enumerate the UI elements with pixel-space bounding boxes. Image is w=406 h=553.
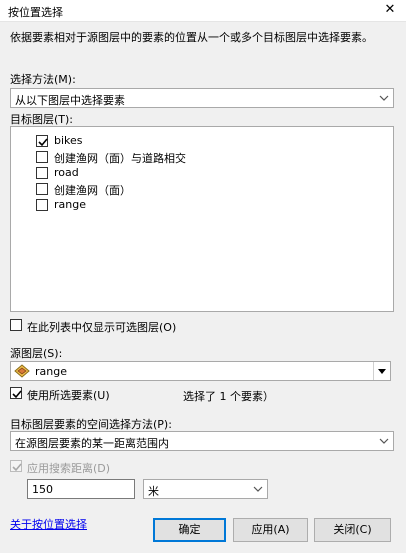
checkmark-icon bbox=[12, 463, 22, 472]
target-layer-checkbox[interactable] bbox=[36, 183, 48, 195]
selection-count-status: 选择了 1 个要素） bbox=[183, 390, 274, 403]
window-title: 按位置选择 bbox=[8, 6, 63, 19]
search-distance-value: 150 bbox=[32, 483, 53, 496]
search-distance-checkbox bbox=[10, 460, 22, 472]
ok-button[interactable]: 确定 bbox=[153, 518, 226, 542]
only-selectable-label: 在此列表中仅显示可选图层(O) bbox=[27, 321, 177, 334]
only-selectable-checkbox[interactable] bbox=[10, 319, 22, 331]
use-selected-label: 使用所选要素(U) bbox=[27, 389, 110, 402]
selection-method-label: 选择方法(M): bbox=[10, 73, 76, 86]
description-text: 依据要素相对于源图层中的要素的位置从一个或多个目标图层中选择要素。 bbox=[10, 31, 373, 44]
target-layer-checkbox[interactable] bbox=[36, 151, 48, 163]
target-layers-list[interactable]: bikes 创建渔网（面）与道路相交 road 创建渔网（面） range bbox=[10, 126, 394, 312]
source-layer-value: range bbox=[35, 365, 67, 378]
target-layer-label: 创建渔网（面） bbox=[54, 184, 131, 197]
help-link[interactable]: 关于按位置选择 bbox=[10, 516, 87, 532]
close-icon[interactable]: ✕ bbox=[382, 2, 398, 18]
target-layer-label: road bbox=[54, 166, 79, 179]
selection-method-select[interactable]: 从以下图层中选择要素 bbox=[10, 88, 394, 108]
spatial-method-select[interactable]: 在源图层要素的某一距离范围内 bbox=[10, 431, 394, 451]
use-selected-checkbox[interactable] bbox=[10, 387, 22, 399]
source-layer-select[interactable]: range bbox=[10, 361, 391, 381]
search-distance-label: 应用搜索距离(D) bbox=[27, 462, 111, 475]
spatial-method-value: 在源图层要素的某一距离范围内 bbox=[15, 437, 169, 450]
distance-unit-value: 米 bbox=[148, 485, 159, 498]
target-layer-checkbox[interactable] bbox=[36, 199, 48, 211]
apply-button[interactable]: 应用(A) bbox=[233, 518, 308, 542]
search-distance-input[interactable]: 150 bbox=[27, 479, 135, 499]
chevron-down-icon bbox=[376, 433, 392, 449]
target-layer-label: range bbox=[54, 198, 86, 211]
chevron-down-icon bbox=[376, 90, 392, 106]
target-layer-checkbox[interactable] bbox=[36, 135, 48, 147]
close-button[interactable]: 关闭(C) bbox=[314, 518, 391, 542]
source-layer-label: 源图层(S): bbox=[10, 347, 63, 360]
selection-method-value: 从以下图层中选择要素 bbox=[15, 94, 125, 107]
target-layer-checkbox[interactable] bbox=[36, 167, 48, 179]
chevron-down-icon bbox=[250, 481, 266, 500]
title-bar: 按位置选择 ✕ bbox=[0, 0, 406, 22]
distance-unit-select[interactable]: 米 bbox=[143, 479, 268, 499]
target-layer-label: 创建渔网（面）与道路相交 bbox=[54, 152, 186, 165]
polygon-layer-icon bbox=[14, 364, 30, 381]
checkmark-icon bbox=[12, 390, 22, 399]
select-by-location-dialog: 依据要素相对于源图层中的要素的位置从一个或多个目标图层中选择要素。 选择方法(M… bbox=[0, 22, 406, 553]
target-layer-label: bikes bbox=[54, 134, 83, 147]
checkmark-icon bbox=[38, 138, 48, 147]
target-layers-label: 目标图层(T): bbox=[10, 113, 74, 126]
spatial-method-label: 目标图层要素的空间选择方法(P): bbox=[10, 418, 172, 431]
dropdown-arrow-icon[interactable] bbox=[373, 362, 390, 380]
